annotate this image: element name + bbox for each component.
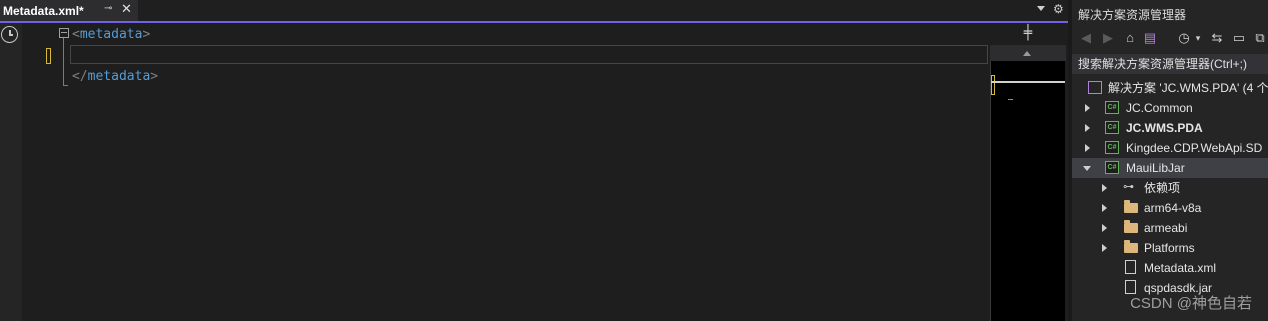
xml-file-icon — [1125, 260, 1136, 274]
tree-item-label: JC.Common — [1126, 101, 1193, 115]
expand-icon[interactable] — [1102, 204, 1107, 212]
code-text-area[interactable]: <metadata> </metadata> — [22, 23, 990, 321]
switch-views-icon[interactable]: ▤ — [1142, 30, 1158, 46]
vertical-scrollbar[interactable]: ╪ — [990, 23, 1066, 321]
xml-tag-name: metadata — [87, 69, 151, 84]
scroll-up-button[interactable] — [990, 45, 1066, 61]
xml-bracket: > — [142, 27, 151, 42]
tree-item-label: arm64-v8a — [1144, 201, 1202, 215]
history-clock-icon[interactable] — [1, 26, 18, 43]
csharp-project-icon: C# — [1105, 141, 1119, 154]
dropdown-icon[interactable]: ▾ — [1190, 30, 1206, 46]
tree-item-platforms[interactable]: Platforms — [1072, 238, 1268, 258]
solution-explorer: 解决方案资源管理器 ◀ ▶ ⌂ ▤ ◷ ▾ ⇆ ▭ ⧉ 搜索解决方案资源管理器(… — [1072, 0, 1268, 321]
tree-item-jc-wms-pda[interactable]: C# JC.WMS.PDA — [1072, 118, 1268, 138]
tree-item-kingdee-cdp[interactable]: C# Kingdee.CDP.WebApi.SD — [1072, 138, 1268, 158]
forward-icon[interactable]: ▶ — [1100, 30, 1116, 46]
tree-item-label: Kingdee.CDP.WebApi.SD — [1126, 141, 1263, 155]
fold-guide — [63, 38, 64, 86]
tree-item-dependencies[interactable]: ⊶ 依赖项 — [1072, 178, 1268, 198]
tree-item-armeabi[interactable]: armeabi — [1072, 218, 1268, 238]
tree-item-label: Metadata.xml — [1144, 261, 1217, 275]
collapse-icon[interactable] — [1083, 166, 1091, 171]
gear-icon[interactable]: ⚙ — [1053, 2, 1064, 16]
minimap-change-marker — [991, 75, 995, 95]
tab-metadata-xml[interactable]: Metadata.xml* ⊸ ✕ — [0, 0, 138, 21]
tree-item-label: Platforms — [1144, 241, 1195, 255]
pin-icon[interactable]: ⊸ — [104, 3, 112, 14]
sync-icon[interactable]: ⇆ — [1209, 30, 1225, 46]
search-input[interactable]: 搜索解决方案资源管理器(Ctrl+;) — [1072, 54, 1268, 74]
expand-icon[interactable] — [1085, 144, 1090, 152]
code-editor: Metadata.xml* ⊸ ✕ ⚙ <metadata> </metadat… — [0, 0, 1068, 321]
document-tab-bar: Metadata.xml* ⊸ ✕ ⚙ — [0, 0, 1068, 23]
xml-bracket: < — [72, 27, 80, 42]
tree-item-label: 依赖项 — [1144, 181, 1181, 195]
expand-icon[interactable] — [1102, 244, 1107, 252]
watermark: CSDN @神色自若 — [1130, 295, 1252, 312]
minimap[interactable] — [990, 61, 1065, 321]
solution-explorer-toolbar: ◀ ▶ ⌂ ▤ ◷ ▾ ⇆ ▭ ⧉ — [1072, 27, 1268, 51]
tree-item-mauilibjar[interactable]: C# MauiLibJar — [1072, 158, 1268, 178]
fold-guide-end — [63, 85, 68, 86]
panel-title: 解决方案资源管理器 — [1078, 8, 1187, 22]
xml-bracket: > — [150, 69, 159, 84]
tree-item-label: armeabi — [1144, 221, 1188, 235]
csharp-project-icon: C# — [1105, 121, 1119, 134]
xml-tag-name: metadata — [79, 27, 143, 42]
expand-icon[interactable] — [1102, 184, 1107, 192]
expand-icon[interactable] — [1085, 124, 1090, 132]
collapse-icon[interactable] — [59, 28, 69, 38]
current-line-highlight[interactable] — [70, 45, 988, 64]
dependencies-icon: ⊶ — [1123, 181, 1134, 193]
home-icon[interactable]: ⌂ — [1122, 30, 1138, 46]
tree-item-solution[interactable]: 解决方案 'JC.WMS.PDA' (4 个 — [1072, 78, 1268, 98]
minimap-code — [1008, 99, 1013, 100]
back-icon[interactable]: ◀ — [1078, 30, 1094, 46]
expand-icon[interactable] — [1085, 104, 1090, 112]
expand-icon[interactable] — [1102, 224, 1107, 232]
tree-item-label: 解决方案 'JC.WMS.PDA' (4 个 — [1108, 81, 1268, 95]
dropdown-icon[interactable] — [1037, 6, 1045, 11]
tab-title: Metadata.xml* — [3, 3, 84, 18]
csharp-project-icon: C# — [1105, 161, 1119, 174]
csharp-project-icon: C# — [1105, 101, 1119, 114]
show-all-files-icon[interactable]: ⧉ — [1252, 30, 1268, 46]
split-window-icon[interactable]: ╪ — [990, 23, 1066, 45]
minimap-viewport[interactable] — [991, 81, 1065, 83]
tree-item-label: MauiLibJar — [1126, 161, 1185, 175]
xml-bracket: </ — [72, 69, 88, 84]
code-line: <metadata> — [72, 26, 150, 44]
tree-item-metadata-xml[interactable]: Metadata.xml — [1072, 258, 1268, 278]
folder-icon — [1124, 240, 1138, 253]
tree-item-jc-common[interactable]: C# JC.Common — [1072, 98, 1268, 118]
tree-item-arm64-v8a[interactable]: arm64-v8a — [1072, 198, 1268, 218]
folder-icon — [1124, 220, 1138, 233]
collapse-all-icon[interactable]: ▭ — [1231, 30, 1247, 46]
folder-icon — [1124, 200, 1138, 213]
code-line: </metadata> — [72, 68, 158, 86]
solution-icon — [1088, 81, 1102, 94]
editor-gutter — [0, 23, 22, 321]
tree-item-label: JC.WMS.PDA — [1126, 121, 1203, 135]
change-marker — [46, 48, 51, 64]
close-icon[interactable]: ✕ — [121, 2, 132, 17]
